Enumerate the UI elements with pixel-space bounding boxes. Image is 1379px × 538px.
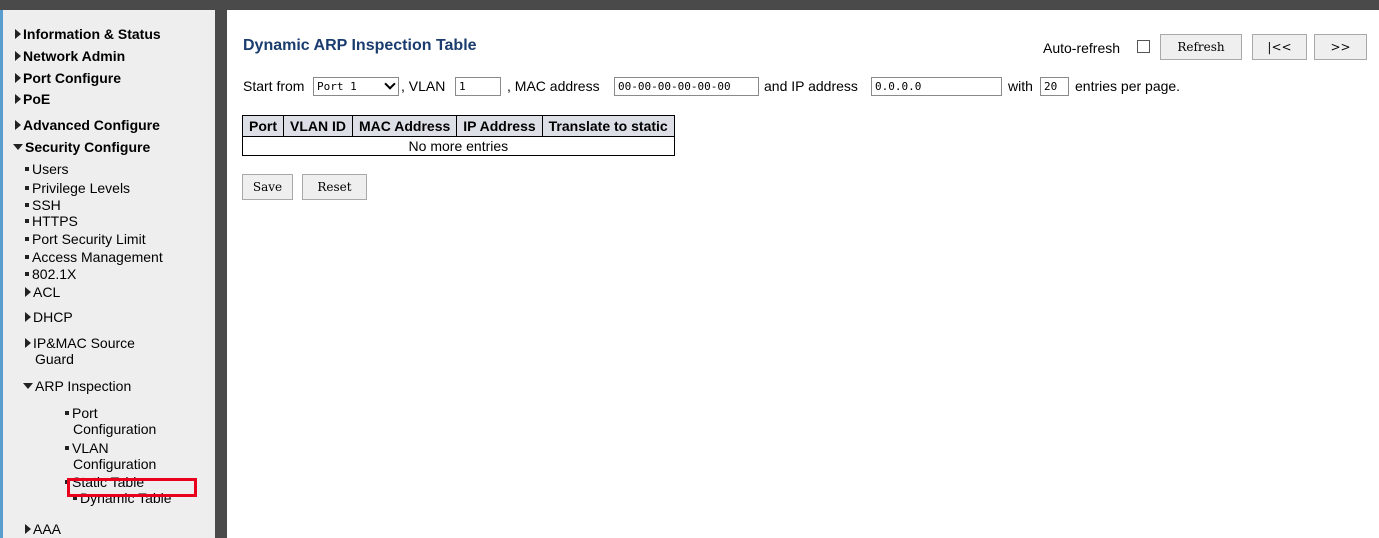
entries-per-page-input[interactable]: 20 — [1040, 77, 1069, 96]
sidebar-item-privilege-levels[interactable]: Privilege Levels — [25, 180, 130, 196]
collapse-arrow-icon — [13, 144, 23, 151]
bullet-icon — [25, 186, 29, 191]
selected-item-highlight — [67, 478, 197, 497]
ip-address-input[interactable]: 0.0.0.0 — [871, 77, 1002, 96]
save-button[interactable]: Save — [242, 174, 293, 200]
expand-arrow-icon — [15, 73, 21, 84]
ip-address-label: and IP address — [764, 78, 858, 94]
with-label: with — [1008, 78, 1033, 94]
sidebar-item-802-1x[interactable]: 802.1X — [25, 266, 76, 282]
sidebar-item-ssh[interactable]: SSH — [25, 197, 61, 213]
bullet-icon — [65, 411, 69, 416]
sidebar-item-ipmac-source-guard[interactable]: IP&MAC Source Guard — [25, 335, 135, 367]
sidebar-item-access-management[interactable]: Access Management — [25, 249, 163, 265]
column-header-mac-address: MAC Address — [351, 115, 458, 137]
bullet-icon — [25, 167, 29, 172]
first-page-button[interactable]: |<< — [1252, 34, 1307, 60]
expand-arrow-icon — [25, 312, 31, 323]
auto-refresh-label: Auto-refresh — [1043, 40, 1121, 56]
sidebar-item-poe[interactable]: PoE — [15, 91, 50, 107]
chevron-down-icon — [384, 78, 396, 90]
bullet-icon — [25, 219, 29, 224]
bullet-icon — [25, 203, 29, 208]
top-bar — [0, 0, 1379, 10]
sidebar-item-advanced-configure[interactable]: Advanced Configure — [15, 117, 160, 133]
reset-button[interactable]: Reset — [302, 174, 367, 200]
sidebar-item-arp-vlan-configuration[interactable]: VLAN Configuration — [65, 440, 156, 472]
port-select[interactable]: Port 1 — [313, 77, 399, 96]
expand-arrow-icon — [25, 338, 31, 349]
bullet-icon — [25, 237, 29, 242]
expand-arrow-icon — [15, 51, 21, 62]
mac-address-label: , MAC address — [507, 78, 600, 94]
refresh-button[interactable]: Refresh — [1160, 34, 1242, 60]
bullet-icon — [65, 446, 69, 451]
bullet-icon — [25, 272, 29, 277]
vlan-label: , VLAN — [401, 78, 446, 94]
sidebar-item-port-configure[interactable]: Port Configure — [15, 70, 121, 86]
expand-arrow-icon — [15, 94, 21, 105]
expand-arrow-icon — [15, 29, 21, 40]
sidebar-item-arp-port-configuration[interactable]: Port Configuration — [65, 405, 156, 437]
column-header-vlan-id: VLAN ID — [283, 115, 353, 137]
sidebar-item-security-configure[interactable]: Security Configure — [13, 139, 150, 155]
expand-arrow-icon — [25, 524, 31, 535]
collapse-arrow-icon — [23, 383, 33, 390]
sidebar-item-users[interactable]: Users — [25, 161, 69, 177]
sidebar-divider — [215, 10, 227, 538]
table-row: No more entries — [242, 136, 675, 156]
expand-arrow-icon — [25, 287, 31, 298]
column-header-ip-address: IP Address — [456, 115, 543, 137]
mac-address-input[interactable]: 00-00-00-00-00-00 — [614, 77, 759, 96]
sidebar-item-dhcp[interactable]: DHCP — [25, 309, 73, 325]
table-header-row: Port VLAN ID MAC Address IP Address Tran… — [242, 115, 675, 137]
sidebar-item-port-security-limit[interactable]: Port Security Limit — [25, 231, 146, 247]
sidebar-item-acl[interactable]: ACL — [25, 284, 60, 300]
page-title: Dynamic ARP Inspection Table — [243, 37, 477, 54]
vlan-input[interactable]: 1 — [455, 77, 501, 96]
sidebar-item-information-status[interactable]: Information & Status — [15, 26, 161, 42]
sidebar-item-https[interactable]: HTTPS — [25, 213, 78, 229]
arp-table: Port VLAN ID MAC Address IP Address Tran… — [242, 115, 675, 156]
column-header-translate-to-static: Translate to static — [541, 115, 675, 137]
sidebar-item-aaa[interactable]: AAA — [25, 521, 61, 537]
no-entries-cell: No more entries — [242, 136, 675, 156]
column-header-port: Port — [242, 115, 284, 137]
entries-per-page-label: entries per page. — [1075, 78, 1181, 94]
bullet-icon — [25, 255, 29, 260]
start-from-label: Start from — [243, 78, 305, 94]
expand-arrow-icon — [15, 120, 21, 131]
next-page-button[interactable]: >> — [1314, 34, 1367, 60]
sidebar-item-arp-inspection[interactable]: ARP Inspection — [23, 378, 131, 394]
sidebar-nav: Information & Status Network Admin Port … — [3, 10, 215, 538]
auto-refresh-checkbox[interactable] — [1137, 40, 1150, 53]
sidebar-item-network-admin[interactable]: Network Admin — [15, 48, 125, 64]
